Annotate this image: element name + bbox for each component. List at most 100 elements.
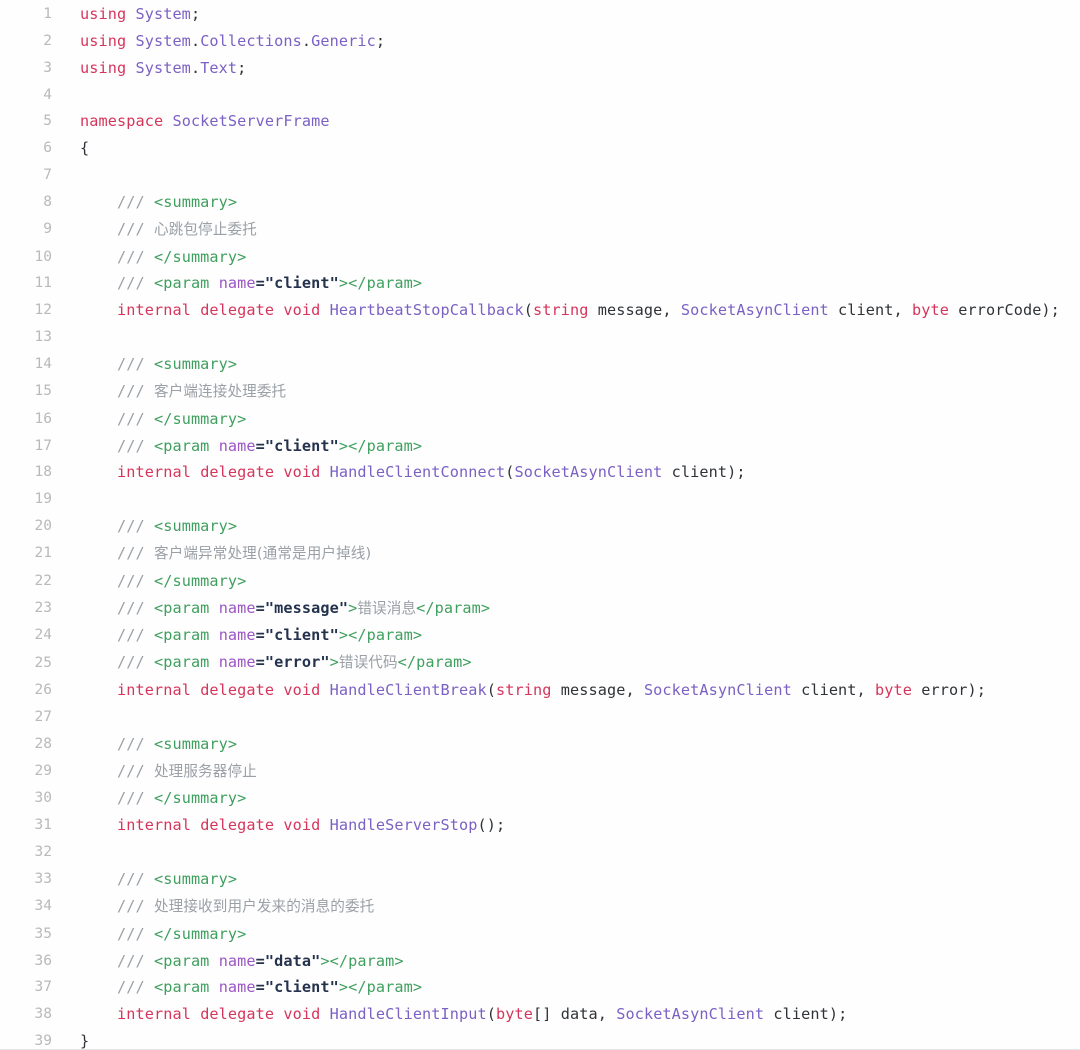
line-content[interactable] (62, 162, 1080, 189)
line-content[interactable]: { (62, 135, 1080, 162)
line-content[interactable] (62, 839, 1080, 866)
token-cmt: /// (116, 517, 154, 536)
code-line[interactable]: 10 /// </summary> (0, 244, 1080, 271)
code-line[interactable]: 28 /// <summary> (0, 731, 1080, 758)
line-content[interactable]: namespace SocketServerFrame (62, 108, 1080, 135)
comment-text-cjk: 处理接收到用户发来的消息的委托 (153, 897, 375, 915)
code-line[interactable]: 12 internal delegate void HeartbeatStopC… (0, 297, 1080, 324)
token-pun (80, 544, 117, 562)
code-line[interactable]: 18 internal delegate void HandleClientCo… (0, 459, 1080, 486)
code-line[interactable]: 14 /// <summary> (0, 351, 1080, 378)
code-line[interactable]: 35 /// </summary> (0, 921, 1080, 948)
code-line[interactable]: 29 /// 处理服务器停止 (0, 758, 1080, 786)
token-typ: SocketAsynClient (680, 301, 829, 320)
line-content[interactable]: /// 处理服务器停止 (62, 758, 1080, 786)
line-content[interactable]: /// </summary> (62, 921, 1080, 948)
code-line[interactable]: 32 (0, 839, 1080, 866)
line-content[interactable]: internal delegate void HandleClientConne… (62, 459, 1080, 486)
token-kw: delegate (200, 681, 275, 700)
token-pun: ( (486, 681, 497, 700)
code-viewer[interactable]: 1 using System; 2 using System.Collections.… (0, 0, 1080, 1050)
code-line[interactable]: 36 /// <param name="data"></param> (0, 948, 1080, 975)
code-line[interactable]: 31 internal delegate void HandleServerSt… (0, 812, 1080, 839)
code-line[interactable]: 2 using System.Collections.Generic; (0, 28, 1080, 55)
code-line[interactable]: 7 (0, 162, 1080, 189)
code-line[interactable]: 37 /// <param name="client"></param> (0, 974, 1080, 1001)
token-pun (80, 897, 117, 915)
line-content[interactable]: /// <param name="client"></param> (62, 270, 1080, 297)
line-content[interactable]: /// <param name="client"></param> (62, 974, 1080, 1001)
code-line[interactable]: 6{ (0, 135, 1080, 162)
line-content[interactable]: /// </summary> (62, 568, 1080, 595)
line-content[interactable]: /// <param name="client"></param> (62, 433, 1080, 460)
line-content[interactable]: /// 客户端异常处理(通常是用户掉线) (62, 540, 1080, 568)
line-content[interactable] (62, 704, 1080, 731)
token-kw: string (496, 681, 552, 700)
line-content[interactable]: /// </summary> (62, 244, 1080, 271)
line-content[interactable]: using System.Collections.Generic; (62, 28, 1080, 55)
line-content[interactable]: using System.Text; (62, 55, 1080, 82)
code-line[interactable]: 20 /// <summary> (0, 513, 1080, 540)
token-pun (80, 193, 117, 211)
code-line[interactable]: 8 /// <summary> (0, 189, 1080, 216)
line-content[interactable]: using System; (62, 1, 1080, 28)
line-content[interactable]: /// 心跳包停止委托 (62, 216, 1080, 244)
line-content[interactable]: /// <summary> (62, 189, 1080, 216)
token-pun (80, 762, 117, 780)
token-attr: name (218, 653, 256, 672)
line-content[interactable]: /// <param name="data"></param> (62, 948, 1080, 975)
line-content[interactable]: /// <param name="client"></param> (62, 622, 1080, 649)
code-line[interactable]: 11 /// <param name="client"></param> (0, 270, 1080, 297)
line-content[interactable]: /// 处理接收到用户发来的消息的委托 (62, 893, 1080, 921)
line-content[interactable]: internal delegate void HandleClientBreak… (62, 677, 1080, 704)
code-line[interactable]: 9 /// 心跳包停止委托 (0, 216, 1080, 244)
token-pun: ( (505, 463, 515, 482)
code-line[interactable]: 39} (0, 1028, 1080, 1049)
line-content[interactable]: /// </summary> (62, 406, 1080, 433)
line-content[interactable] (62, 486, 1080, 513)
code-line[interactable]: 34 /// 处理接收到用户发来的消息的委托 (0, 893, 1080, 921)
code-line[interactable]: 4 (0, 82, 1080, 109)
line-content[interactable]: internal delegate void HandleClientInput… (62, 1001, 1080, 1028)
code-line[interactable]: 25 /// <param name="error">错误代码</param> (0, 649, 1080, 677)
code-line[interactable]: 5 namespace SocketServerFrame (0, 108, 1080, 135)
code-line[interactable]: 24 /// <param name="client"></param> (0, 622, 1080, 649)
line-content[interactable]: internal delegate void HeartbeatStopCall… (62, 297, 1080, 324)
code-line[interactable]: 1 using System; (0, 1, 1080, 28)
line-content[interactable]: /// 客户端连接处理委托 (62, 378, 1080, 406)
code-line[interactable]: 17 /// <param name="client"></param> (0, 433, 1080, 460)
code-line[interactable]: 21 /// 客户端异常处理(通常是用户掉线) (0, 540, 1080, 568)
code-line[interactable]: 15 /// 客户端连接处理委托 (0, 378, 1080, 406)
line-content[interactable] (62, 82, 1080, 109)
token-typ: Generic (311, 31, 376, 50)
line-content[interactable]: } (62, 1028, 1080, 1049)
code-line[interactable]: 23 /// <param name="message">错误消息</param… (0, 595, 1080, 623)
token-tag: <summary> (153, 870, 238, 888)
line-content[interactable]: /// <summary> (62, 351, 1080, 378)
line-number: 18 (34, 464, 52, 481)
line-content[interactable]: /// <param name="error">错误代码</param> (62, 649, 1080, 677)
line-content[interactable]: internal delegate void HandleServerStop(… (62, 812, 1080, 839)
code-line[interactable]: 33 /// <summary> (0, 866, 1080, 893)
token-cmt: /// (116, 543, 154, 562)
line-content[interactable]: /// <summary> (62, 731, 1080, 758)
token-kw: byte (912, 301, 949, 320)
token-pun (80, 599, 117, 617)
code-line[interactable]: 3 using System.Text; (0, 55, 1080, 82)
code-line[interactable]: 27 (0, 704, 1080, 731)
line-content[interactable]: /// <summary> (62, 866, 1080, 893)
code-line[interactable]: 13 (0, 324, 1080, 351)
token-attr: name (218, 951, 256, 970)
code-line[interactable]: 22 /// </summary> (0, 568, 1080, 595)
line-content[interactable]: /// <summary> (62, 513, 1080, 540)
code-line[interactable]: 19 (0, 486, 1080, 513)
token-cmt: /// (116, 789, 154, 808)
line-content[interactable]: /// <param name="message">错误消息</param> (62, 595, 1080, 623)
line-content[interactable]: /// </summary> (62, 785, 1080, 812)
line-content[interactable] (62, 324, 1080, 351)
token-pun: client); (662, 463, 746, 482)
code-line[interactable]: 30 /// </summary> (0, 785, 1080, 812)
code-line[interactable]: 38 internal delegate void HandleClientIn… (0, 1001, 1080, 1028)
code-line[interactable]: 16 /// </summary> (0, 406, 1080, 433)
code-line[interactable]: 26 internal delegate void HandleClientBr… (0, 677, 1080, 704)
